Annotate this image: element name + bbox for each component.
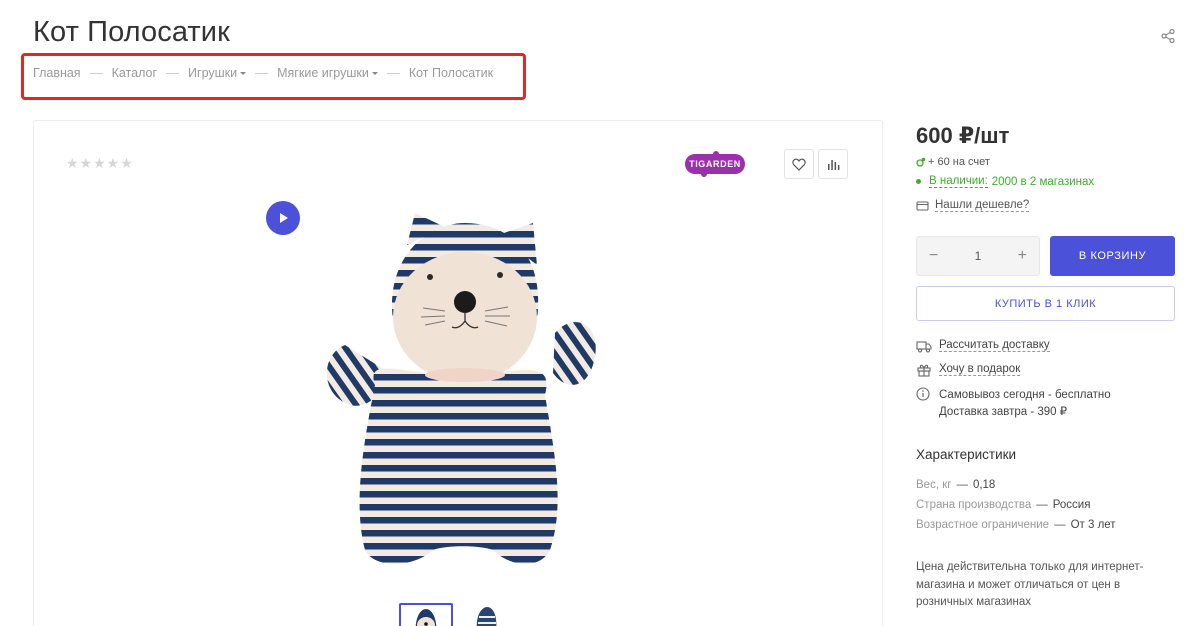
quantity-value[interactable]: 1	[975, 249, 982, 263]
thumbnail-image	[401, 605, 451, 626]
spec-name: Страна производства	[916, 499, 1032, 511]
quantity-decrease-button[interactable]: −	[929, 247, 938, 265]
truck-icon	[916, 341, 932, 353]
wallet-icon	[916, 201, 929, 211]
breadcrumb-separator	[386, 72, 400, 74]
breadcrumb-separator	[255, 72, 269, 74]
pickup-text: Самовывоз сегодня - бесплатно	[939, 389, 1111, 401]
gift-wish: Хочу в подарок	[916, 363, 1021, 377]
spec-name: Вес, кг	[916, 479, 952, 491]
price-disclaimer: Цена действительна только для интернет-м…	[916, 561, 1144, 608]
spec-value: Россия	[1052, 499, 1091, 511]
play-video-button[interactable]	[266, 201, 300, 235]
thumbnail-image	[465, 603, 515, 626]
buy-one-click-button[interactable]: КУПИТЬ В 1 КЛИК	[916, 286, 1175, 321]
rating-stars[interactable]: ★★★★★	[66, 155, 134, 172]
spec-dash: —	[956, 479, 968, 491]
breadcrumb-current: Кот Полосатик	[408, 66, 494, 80]
quantity-stepper: − 1 +	[916, 236, 1040, 276]
heart-icon	[792, 158, 806, 171]
play-icon	[280, 213, 288, 223]
breadcrumb: Главная Каталог Игрушки Мягкие игрушки К…	[33, 66, 493, 80]
delivery-calc: Рассчитать доставку	[916, 339, 1050, 353]
bonus-text: + 60 на счет	[928, 156, 990, 168]
spec-row: Вес, кг — 0,18	[916, 479, 995, 491]
page-title: Кот Полосатик	[33, 16, 230, 48]
favorite-button[interactable]	[784, 149, 814, 179]
product-price: 600 ₽/шт	[916, 123, 1010, 148]
brand-logo[interactable]: TIGARDEN	[685, 151, 745, 177]
breadcrumb-toys-label: Игрушки	[188, 66, 238, 80]
product-image[interactable]	[315, 205, 600, 580]
spec-dash: —	[1054, 519, 1066, 531]
caret-down-icon	[371, 72, 378, 76]
delivery-tomorrow-text: Доставка завтра - 390 ₽	[939, 406, 1068, 418]
pickup-info: Самовывоз сегодня - бесплатно Доставка з…	[916, 387, 1111, 421]
compare-icon	[827, 159, 839, 170]
breadcrumb-toys[interactable]: Игрушки	[188, 66, 247, 80]
compare-button[interactable]	[818, 149, 848, 179]
thumbnail-1[interactable]	[399, 603, 453, 626]
spec-row: Возрастное ограничение — От 3 лет	[916, 519, 1116, 531]
quantity-increase-button[interactable]: +	[1018, 247, 1027, 265]
gift-wish-link[interactable]: Хочу в подарок	[939, 363, 1021, 376]
breadcrumb-catalog[interactable]: Каталог	[112, 66, 157, 80]
found-cheaper: Нашли дешевле?	[916, 199, 1030, 212]
spec-value: От 3 лет	[1070, 519, 1116, 531]
bonus-icon	[916, 157, 926, 167]
gift-icon	[917, 364, 931, 377]
stock-link[interactable]: В наличии:	[929, 175, 988, 188]
share-icon[interactable]	[1160, 28, 1176, 44]
delivery-calc-link[interactable]: Рассчитать доставку	[939, 339, 1050, 352]
caret-down-icon	[240, 72, 247, 76]
in-stock-dot-icon	[916, 179, 921, 184]
spec-value: 0,18	[972, 479, 996, 491]
breadcrumb-separator	[166, 72, 180, 74]
spec-dash: —	[1036, 499, 1048, 511]
pickup-text-block: Самовывоз сегодня - бесплатно Доставка з…	[939, 387, 1111, 421]
breadcrumb-home[interactable]: Главная	[33, 66, 81, 80]
spec-row: Страна производства — Россия	[916, 499, 1090, 511]
add-to-cart-button[interactable]: В КОРЗИНУ	[1050, 236, 1175, 276]
specs-title: Характеристики	[916, 447, 1017, 462]
info-icon	[916, 387, 930, 401]
spec-name: Возрастное ограничение	[916, 519, 1050, 531]
thumbnail-2[interactable]	[465, 603, 519, 626]
bonus-points: + 60 на счет	[916, 156, 990, 168]
breadcrumb-separator	[89, 72, 103, 74]
breadcrumb-soft-toys[interactable]: Мягкие игрушки	[277, 66, 378, 80]
stock-status: В наличии: 2000 в 2 магазинах	[916, 175, 1094, 188]
stock-detail: 2000 в 2 магазинах	[991, 175, 1095, 188]
breadcrumb-soft-toys-label: Мягкие игрушки	[277, 66, 369, 80]
found-cheaper-link[interactable]: Нашли дешевле?	[935, 199, 1030, 212]
thumbnail-strip	[399, 603, 519, 626]
